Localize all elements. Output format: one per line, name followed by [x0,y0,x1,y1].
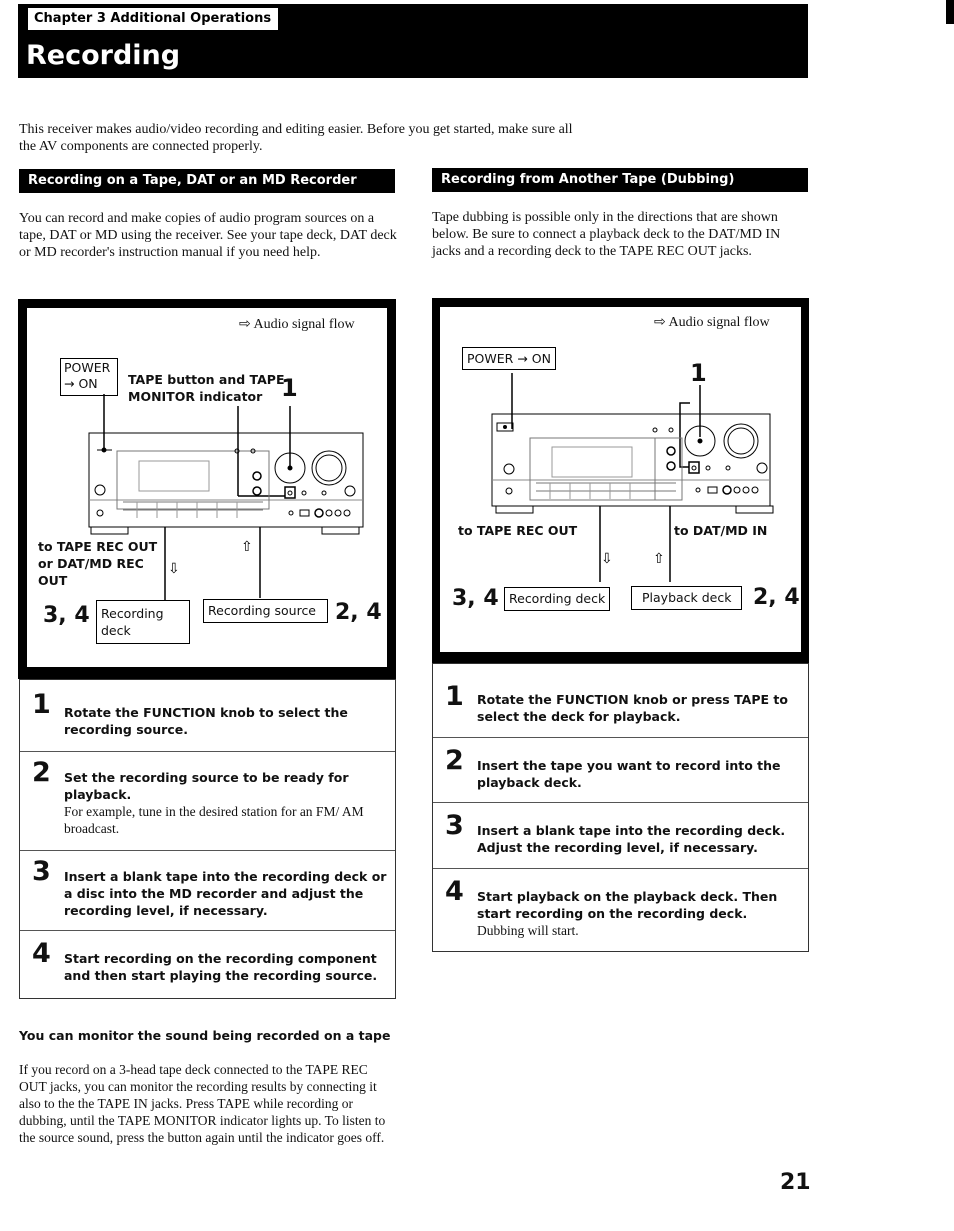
arrow-up-outline-icon: ⇧ [653,551,665,567]
step-title: Insert the tape you want to record into … [477,758,781,790]
recording-deck-line2: deck [101,623,131,638]
step-title: Start recording on the recording compone… [64,951,378,983]
step-item: 1 Rotate the FUNCTION knob to select the… [20,680,395,752]
thumb-index-mark [946,0,954,24]
arrow-up-outline-icon: ⇧ [241,539,253,555]
step-number: 4 [445,876,464,907]
step-title-text: Start playback on the playback deck. The… [477,889,778,921]
step-number: 1 [445,681,464,712]
step-title: Set the recording source to be ready for… [64,769,384,837]
step-title: Rotate the FUNCTION knob to select the r… [64,705,348,737]
recording-deck-step-num: 3, 4 [43,603,90,628]
step-item: 3 Insert a blank tape into the recording… [433,803,808,869]
page-title: Recording [26,40,181,71]
tip-heading: You can monitor the sound being recorded… [19,1028,391,1043]
dat-md-in-label: to DAT/MD IN [674,523,768,538]
step-item: 2 Insert the tape you want to record int… [433,738,808,803]
arrow-down-outline-icon: ⇩ [601,551,613,567]
step-item: 4 Start playback on the playback deck. T… [433,869,808,953]
step-item: 3 Insert a blank tape into the recording… [20,851,395,931]
tape-rec-out-label: to TAPE REC OUT or DAT/MD REC OUT [38,538,157,589]
step-number: 2 [445,745,464,776]
recording-diagram: ⇨ Audio signal flow POWER → ON TAPE butt… [18,299,396,679]
section-heading-dubbing: Recording from Another Tape (Dubbing) [432,168,808,192]
page-number: 21 [780,1170,811,1195]
step-number: 3 [32,856,51,887]
step-title: Insert a blank tape into the recording d… [64,869,387,918]
step-note: For example, tune in the desired station… [64,804,364,836]
intro-paragraph: This receiver makes audio/video recordin… [19,122,573,154]
arrow-down-outline-icon: ⇩ [168,561,180,577]
section-heading-recording: Recording on a Tape, DAT or an MD Record… [19,169,395,193]
step-number: 3 [445,810,464,841]
dubbing-steps: 1 Rotate the FUNCTION knob or press TAPE… [432,663,809,952]
recording-source-box: Recording source [203,599,328,623]
playback-deck-box: Playback deck [631,586,743,610]
step-title: Rotate the FUNCTION knob or press TAPE t… [477,692,788,724]
recording-deck-step-num: 3, 4 [452,586,499,611]
step-item: 4 Start recording on the recording compo… [20,931,395,998]
step-item: 1 Rotate the FUNCTION knob or press TAPE… [433,664,808,738]
recording-deck-box: Recording deck [504,587,611,611]
dubbing-description: Tape dubbing is possible only in the dir… [432,210,781,259]
recording-steps: 1 Rotate the FUNCTION knob to select the… [19,679,396,999]
recording-deck-line1: Recording [101,606,164,621]
step-item: 2 Set the recording source to be ready f… [20,752,395,851]
output-label-line1: to TAPE REC OUT [38,539,158,554]
playback-deck-step-num: 2, 4 [753,585,800,610]
step-number: 1 [32,689,51,720]
tip-body: If you record on a 3-head tape deck conn… [19,1062,386,1145]
step-title: Start playback on the playback deck. The… [477,888,802,939]
step-title: Insert a blank tape into the recording d… [477,823,786,855]
step-title-text: Set the recording source to be ready for… [64,770,349,802]
output-label-line3: OUT [38,573,68,588]
output-label-line2: or DAT/MD REC [38,556,144,571]
step-number: 4 [32,938,51,969]
step-number: 2 [32,757,51,788]
tape-rec-out-label: to TAPE REC OUT [458,523,578,538]
recording-deck-box: Recording deck [96,600,190,644]
dubbing-diagram: ⇨ Audio signal flow POWER → ON 1 ⇩ ⇧ to … [432,298,809,663]
step-note: Dubbing will start. [477,923,579,938]
recording-source-step-num: 2, 4 [335,600,382,625]
recording-description: You can record and make copies of audio … [19,211,397,260]
chapter-label: Chapter 3 Additional Operations [28,8,278,30]
